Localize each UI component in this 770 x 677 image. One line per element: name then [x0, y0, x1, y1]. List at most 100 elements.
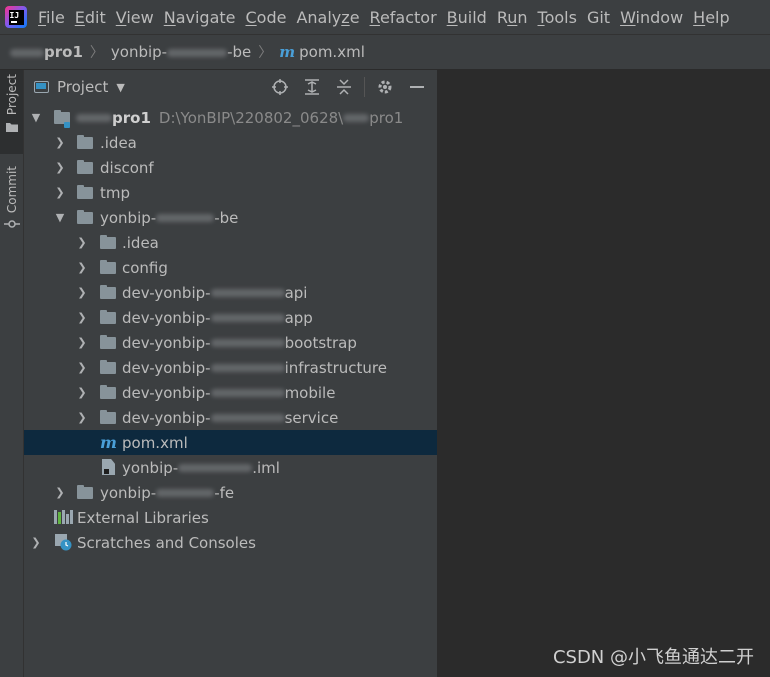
scratches-icon: [55, 534, 72, 551]
module-badge-icon: [64, 122, 70, 128]
panel-title: Project: [57, 78, 109, 96]
menu-view[interactable]: View: [116, 8, 154, 27]
folder-icon: [77, 184, 93, 199]
folder-icon: [100, 409, 116, 424]
tree-row-dev-api[interactable]: ❯ dev-yonbip-api: [24, 280, 437, 305]
menu-git[interactable]: Git: [587, 8, 610, 27]
menu-edit[interactable]: Edit: [75, 8, 106, 27]
tree-row-config[interactable]: ❯ config: [24, 255, 437, 280]
redacted-text: [210, 289, 285, 297]
expand-all-icon[interactable]: [300, 75, 324, 99]
folder-icon: [100, 234, 116, 249]
tree-row-dev-infrastructure[interactable]: ❯ dev-yonbip-infrastructure: [24, 355, 437, 380]
folder-icon: [77, 159, 93, 174]
toolbar-divider: [364, 77, 365, 97]
project-tool-tab[interactable]: Project: [0, 70, 23, 154]
menu-navigate[interactable]: Navigate: [164, 8, 236, 27]
tree-row-tmp[interactable]: ❯ tmp: [24, 180, 437, 205]
menu-refactor[interactable]: Refactor: [370, 8, 437, 27]
chevron-right-icon[interactable]: ❯: [54, 486, 66, 499]
redacted-text: [156, 489, 215, 497]
folder-icon: [5, 123, 18, 133]
chevron-right-icon[interactable]: ❯: [76, 286, 88, 299]
chevron-right-icon[interactable]: ❯: [76, 361, 88, 374]
root-name: pro1: [112, 108, 151, 127]
commit-tool-tab[interactable]: Commit: [0, 162, 23, 242]
tree-row-module-fe[interactable]: ❯ yonbip- -fe: [24, 480, 437, 505]
panel-toolbar: [260, 70, 429, 104]
chevron-right-icon[interactable]: ❯: [76, 311, 88, 324]
chevron-right-icon[interactable]: ❯: [76, 386, 88, 399]
menu-bar: IJ File Edit View Navigate Code Analyze …: [0, 0, 770, 35]
maven-icon: m: [279, 43, 296, 61]
chevron-right-icon[interactable]: ❯: [54, 136, 66, 149]
settings-icon[interactable]: [373, 75, 397, 99]
editor-area[interactable]: [438, 70, 770, 677]
menu-run[interactable]: Run: [497, 8, 528, 27]
menu-code[interactable]: Code: [246, 8, 287, 27]
library-icon: [54, 510, 74, 524]
tree-row-be-idea[interactable]: ❯ .idea: [24, 230, 437, 255]
redacted-text: [167, 48, 228, 57]
redacted-text: [210, 389, 285, 397]
project-view-icon: [34, 81, 49, 93]
watermark: CSDN @小飞鱼通达二开: [552, 647, 754, 668]
folder-icon: [100, 334, 116, 349]
chevron-right-icon[interactable]: ❯: [54, 186, 66, 199]
redacted-text: [10, 48, 44, 57]
folder-icon: [100, 309, 116, 324]
chevron-right-icon[interactable]: ❯: [76, 236, 88, 249]
menu-file[interactable]: File: [38, 8, 65, 27]
breadcrumb-module[interactable]: yonbip- -be: [111, 43, 251, 61]
tool-window-strip: Project Commit: [0, 70, 24, 677]
folder-icon: [100, 259, 116, 274]
folder-icon: [77, 134, 93, 149]
chevron-right-icon[interactable]: ❯: [76, 411, 88, 424]
menu-tools[interactable]: Tools: [538, 8, 577, 27]
breadcrumb-project[interactable]: pro1: [10, 43, 83, 61]
tree-row-dev-app[interactable]: ❯ dev-yonbip-app: [24, 305, 437, 330]
chevron-down-icon[interactable]: ▼: [54, 211, 66, 224]
tree-row-module-be[interactable]: ▼ yonbip- -be: [24, 205, 437, 230]
chevron-right-icon: 〉: [258, 45, 273, 61]
tree-row-dev-bootstrap[interactable]: ❯ dev-yonbip-bootstrap: [24, 330, 437, 355]
chevron-down-icon[interactable]: ▼: [30, 111, 42, 124]
tree-row-disconf[interactable]: ❯ disconf: [24, 155, 437, 180]
tree-row-scratches[interactable]: ❯ Scratches and Consoles: [24, 530, 437, 555]
menu-build[interactable]: Build: [447, 8, 487, 27]
maven-icon: m: [100, 433, 117, 452]
root-path: D:\YonBIP\220802_0628\ pro1: [158, 108, 404, 127]
commit-icon: [3, 220, 20, 228]
folder-icon: [77, 209, 93, 224]
chevron-right-icon[interactable]: ❯: [54, 161, 66, 174]
chevron-right-icon[interactable]: ❯: [76, 261, 88, 274]
tree-row-dev-mobile[interactable]: ❯ dev-yonbip-mobile: [24, 380, 437, 405]
logo-text: IJ: [8, 9, 24, 25]
menu-help[interactable]: Help: [693, 8, 729, 27]
tree-row-root[interactable]: ▼ pro1 D:\YonBIP\220802_0628\ pro1: [24, 105, 437, 130]
caret-down-icon: ▼: [116, 80, 125, 94]
tree-row-external-libraries[interactable]: External Libraries: [24, 505, 437, 530]
project-view-selector[interactable]: Project ▼: [34, 78, 125, 96]
redacted-text: [178, 464, 253, 472]
menu-window[interactable]: Window: [620, 8, 683, 27]
project-panel-header: Project ▼: [24, 70, 437, 104]
hide-icon[interactable]: [405, 75, 429, 99]
tree-row-idea[interactable]: ❯ .idea: [24, 130, 437, 155]
chevron-right-icon[interactable]: ❯: [30, 536, 42, 549]
project-panel: Project ▼ ▼ pro1 D:\YonBIP\220802_0628\ …: [24, 70, 437, 677]
locate-icon[interactable]: [268, 75, 292, 99]
redacted-text: [76, 114, 112, 122]
tree-row-dev-service[interactable]: ❯ dev-yonbip-service: [24, 405, 437, 430]
collapse-all-icon[interactable]: [332, 75, 356, 99]
tree-row-pom[interactable]: m pom.xml: [24, 430, 437, 455]
menu-analyze[interactable]: Analyze: [296, 8, 359, 27]
chevron-right-icon[interactable]: ❯: [76, 336, 88, 349]
chevron-right-icon: 〉: [89, 45, 104, 61]
redacted-text: [210, 414, 285, 422]
redacted-text: [156, 214, 215, 222]
intellij-logo-icon: IJ: [5, 6, 27, 28]
folder-icon: [100, 284, 116, 299]
breadcrumb-file[interactable]: m pom.xml: [279, 43, 365, 61]
tree-row-iml[interactable]: yonbip- .iml: [24, 455, 437, 480]
